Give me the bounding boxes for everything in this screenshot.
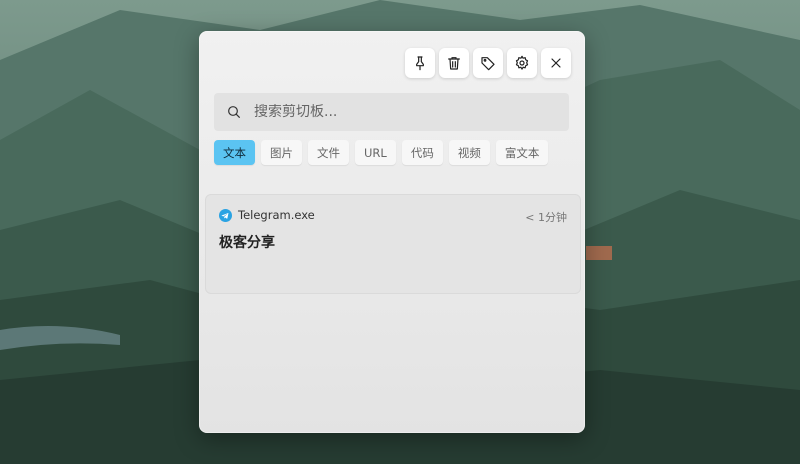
close-icon <box>551 58 561 68</box>
tab-rich-text[interactable]: 富文本 <box>495 140 549 165</box>
delete-button[interactable] <box>439 48 469 78</box>
item-timestamp: < 1分钟 <box>525 211 567 224</box>
close-button[interactable] <box>541 48 571 78</box>
gear-icon <box>515 55 529 70</box>
tab-url[interactable]: URL <box>355 140 396 165</box>
item-content: 极客分享 <box>219 235 275 251</box>
clipboard-panel: 文本 图片 文件 URL 代码 视频 富文本 Telegram.exe < 1分… <box>199 31 585 433</box>
tab-file[interactable]: 文件 <box>308 140 349 165</box>
toolbar <box>405 48 571 78</box>
tab-image[interactable]: 图片 <box>261 140 302 165</box>
type-filter-tabs: 文本 图片 文件 URL 代码 视频 富文本 <box>214 140 549 165</box>
telegram-icon <box>219 208 232 222</box>
pin-icon <box>416 56 424 71</box>
tab-text[interactable]: 文本 <box>214 140 255 165</box>
settings-button[interactable] <box>507 48 537 78</box>
pin-button[interactable] <box>405 48 435 78</box>
source-app-name: Telegram.exe <box>238 208 315 222</box>
trash-icon <box>448 57 460 70</box>
tab-code[interactable]: 代码 <box>401 140 443 165</box>
clipboard-item[interactable]: Telegram.exe < 1分钟 极客分享 <box>205 194 581 294</box>
tag-icon <box>481 57 495 71</box>
tab-video[interactable]: 视频 <box>448 140 490 165</box>
search-input[interactable] <box>254 104 569 120</box>
search-icon <box>214 104 254 120</box>
item-source: Telegram.exe <box>219 208 315 222</box>
search-bar <box>214 93 569 131</box>
tag-button[interactable] <box>473 48 503 78</box>
